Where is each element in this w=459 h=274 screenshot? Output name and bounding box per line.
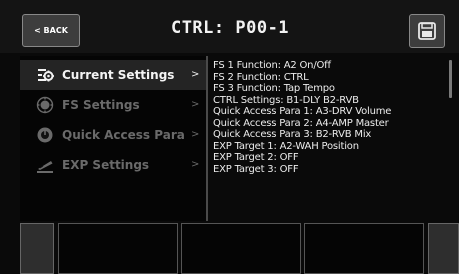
- menu-label-current-settings: Current Settings: [62, 68, 175, 82]
- chevron-right-icon: >: [191, 159, 200, 170]
- softkey-bar: [0, 223, 459, 274]
- setting-line: FS 3 Function: Tap Tempo: [213, 83, 335, 94]
- current-settings-list[interactable]: FS 1 Function: A2 On/Off FS 2 Function: …: [213, 56, 449, 221]
- menu-item-exp-settings[interactable]: EXP Settings >: [20, 150, 206, 180]
- softkey-left[interactable]: [20, 223, 54, 274]
- setting-line: Quick Access Para 1: A3-DRV Volume: [213, 106, 392, 117]
- menu-item-fs-settings[interactable]: FS Settings >: [20, 90, 206, 120]
- menu-label-exp-settings: EXP Settings: [62, 158, 150, 172]
- scrollbar[interactable]: [449, 60, 452, 98]
- menu-label-quick-access-para: Quick Access Para: [62, 128, 185, 142]
- header-bar: < BACK CTRL: P00-1: [0, 0, 459, 53]
- settings-menu: Current Settings > FS Settings > Quick A…: [20, 56, 206, 221]
- save-icon: [418, 22, 436, 40]
- settings-cog-icon: [38, 69, 54, 82]
- setting-line: EXP Target 1: A2-WAH Position: [213, 140, 359, 152]
- setting-line: CTRL Settings: B1-DLY B2-RVB: [213, 94, 359, 106]
- footswitch-icon: [36, 96, 54, 114]
- setting-line: EXP Target 2: OFF: [213, 152, 299, 163]
- setting-line: EXP Target 3: OFF: [213, 163, 299, 175]
- expression-pedal-icon: [37, 161, 53, 173]
- setting-line: FS 2 Function: CTRL: [213, 71, 309, 83]
- chevron-right-icon: >: [191, 69, 200, 80]
- menu-item-quick-access-para[interactable]: Quick Access Para >: [20, 120, 206, 150]
- chevron-right-icon: >: [191, 129, 200, 140]
- chevron-right-icon: >: [191, 99, 200, 110]
- back-button[interactable]: < BACK: [22, 14, 80, 47]
- page-title: CTRL: P00-1: [170, 18, 290, 38]
- setting-line: Quick Access Para 3: B2-RVB Mix: [213, 129, 372, 140]
- softkey-2[interactable]: [181, 223, 301, 274]
- panel-divider: [206, 56, 208, 221]
- softkey-1[interactable]: [58, 223, 178, 274]
- knob-icon: [37, 127, 53, 143]
- softkey-3[interactable]: [304, 223, 424, 274]
- save-button[interactable]: [409, 14, 445, 48]
- setting-line: Quick Access Para 2: A4-AMP Master: [213, 117, 389, 129]
- menu-label-fs-settings: FS Settings: [62, 98, 140, 112]
- menu-item-current-settings[interactable]: Current Settings >: [20, 60, 206, 90]
- setting-line: FS 1 Function: A2 On/Off: [213, 60, 331, 71]
- softkey-right[interactable]: [428, 223, 459, 274]
